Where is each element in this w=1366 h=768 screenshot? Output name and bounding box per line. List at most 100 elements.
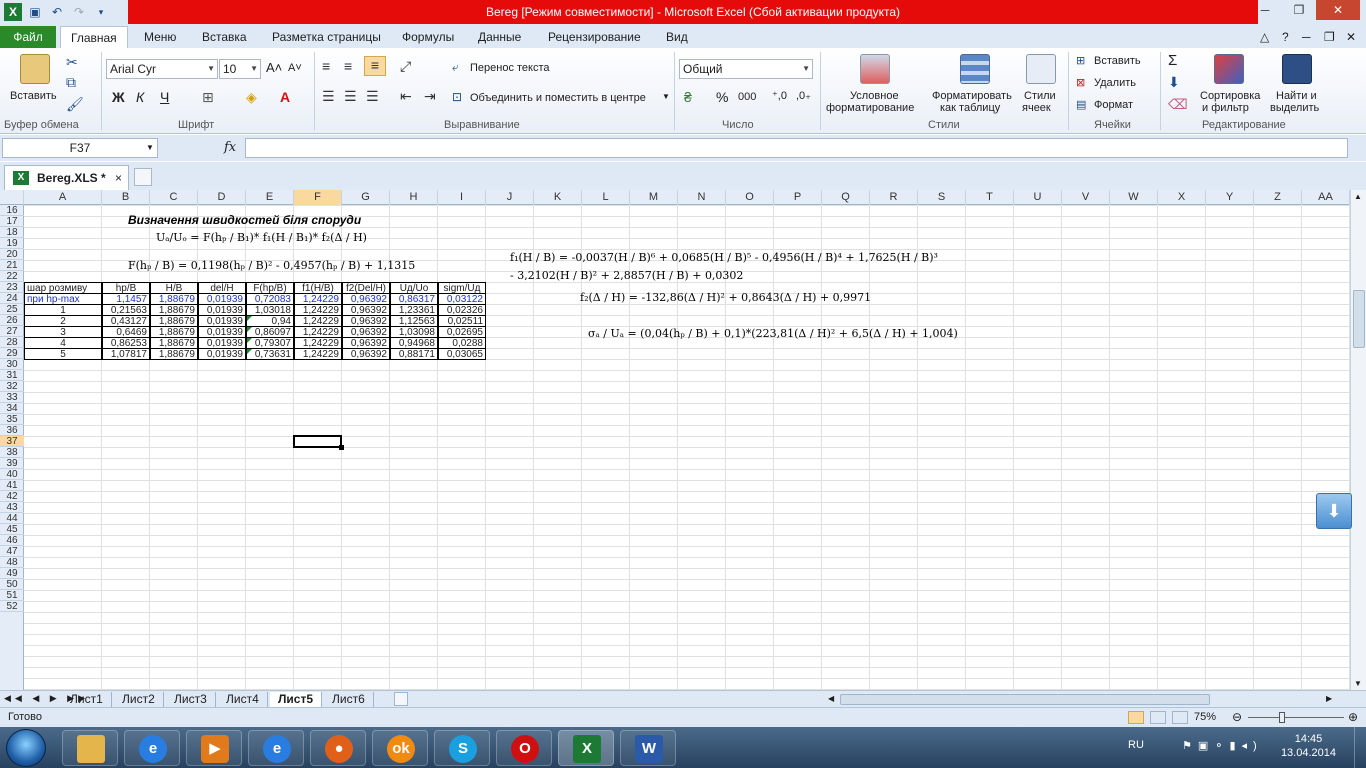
- vertical-scrollbar[interactable]: ▲ ▼: [1350, 190, 1366, 690]
- align-left-icon[interactable]: ☰: [322, 88, 335, 105]
- column-header-f[interactable]: F: [294, 190, 342, 205]
- page-layout-view-icon[interactable]: [1150, 711, 1166, 724]
- align-middle-icon[interactable]: ≡: [344, 58, 352, 74]
- cell-styles-button-line2[interactable]: ячеек: [1022, 102, 1051, 114]
- tab-page-layout[interactable]: Разметка страницы: [262, 26, 391, 48]
- column-header-p[interactable]: P: [774, 190, 822, 205]
- row-header-43[interactable]: 43: [0, 502, 24, 513]
- zoom-in-icon[interactable]: ⊕: [1348, 710, 1358, 724]
- format-as-table-button-line2[interactable]: как таблицу: [940, 102, 1000, 114]
- merge-center-button[interactable]: Объединить и поместить в центре: [470, 92, 646, 104]
- firefox-taskbar-button[interactable]: ●: [310, 730, 366, 766]
- column-header-s[interactable]: S: [918, 190, 966, 205]
- sheet-tab-6[interactable]: Лист6: [324, 692, 374, 707]
- row-header-44[interactable]: 44: [0, 513, 24, 524]
- column-header-d[interactable]: D: [198, 190, 246, 205]
- page-break-view-icon[interactable]: [1172, 711, 1188, 724]
- column-header-h[interactable]: H: [390, 190, 438, 205]
- row-header-45[interactable]: 45: [0, 524, 24, 535]
- format-painter-icon[interactable]: 🖌: [66, 96, 84, 113]
- row-header-19[interactable]: 19: [0, 238, 24, 249]
- active-cell-selection[interactable]: [293, 435, 344, 450]
- word-taskbar-button[interactable]: W: [620, 730, 676, 766]
- percent-button[interactable]: %: [716, 89, 728, 105]
- paste-icon[interactable]: [20, 54, 50, 84]
- column-header-o[interactable]: O: [726, 190, 774, 205]
- tab-data[interactable]: Данные: [468, 26, 531, 48]
- scroll-left-icon[interactable]: ◀: [828, 694, 834, 703]
- select-all-corner[interactable]: [0, 190, 24, 205]
- doc-minimize-icon[interactable]: ─: [1298, 26, 1315, 48]
- download-arrow-icon[interactable]: ⬇: [1316, 493, 1352, 529]
- row-header-33[interactable]: 33: [0, 392, 24, 403]
- grow-font-icon[interactable]: A˄: [266, 60, 282, 75]
- sheet-tab-4[interactable]: Лист4: [218, 692, 268, 707]
- row-header-48[interactable]: 48: [0, 557, 24, 568]
- bold-button[interactable]: Ж: [112, 89, 125, 105]
- table-cell[interactable]: 0,88171: [390, 348, 438, 360]
- row-header-18[interactable]: 18: [0, 227, 24, 238]
- tab-formulas[interactable]: Формулы: [392, 26, 464, 48]
- italic-button[interactable]: К: [136, 89, 144, 105]
- show-desktop-button[interactable]: [1354, 727, 1366, 768]
- column-header-l[interactable]: L: [582, 190, 630, 205]
- wrap-text-button[interactable]: Перенос текста: [470, 62, 550, 74]
- chevron-down-icon[interactable]: ▼: [662, 92, 670, 101]
- sheet-tab-3[interactable]: Лист3: [166, 692, 216, 707]
- tab-review[interactable]: Рецензирование: [538, 26, 651, 48]
- ie-taskbar-button[interactable]: e: [124, 730, 180, 766]
- table-cell[interactable]: 0,03065: [438, 348, 486, 360]
- ie2-taskbar-button[interactable]: e: [248, 730, 304, 766]
- find-select-button-line1[interactable]: Найти и: [1276, 90, 1317, 102]
- sheet-tab-1[interactable]: Лист1: [62, 692, 112, 707]
- zoom-slider-thumb[interactable]: [1279, 712, 1285, 723]
- error-indicator-icon[interactable]: [247, 349, 252, 354]
- odnoklassniki-taskbar-button[interactable]: ok: [372, 730, 428, 766]
- tab-menu[interactable]: Меню: [134, 26, 186, 48]
- row-header-36[interactable]: 36: [0, 425, 24, 436]
- align-top-icon[interactable]: ≡: [322, 58, 330, 74]
- column-header-n[interactable]: N: [678, 190, 726, 205]
- currency-icon[interactable]: ₴: [684, 89, 692, 105]
- row-header-49[interactable]: 49: [0, 568, 24, 579]
- undo-icon[interactable]: ↶: [48, 3, 66, 21]
- column-header-y[interactable]: Y: [1206, 190, 1254, 205]
- row-header-22[interactable]: 22: [0, 271, 24, 282]
- help-icon[interactable]: ?: [1278, 26, 1293, 48]
- font-name-combo[interactable]: Arial Cyr ▼: [106, 59, 218, 79]
- horizontal-scroll-thumb[interactable]: [840, 694, 1210, 705]
- table-cell[interactable]: 1,07817: [102, 348, 150, 360]
- vertical-scroll-thumb[interactable]: [1353, 290, 1365, 348]
- orientation-icon[interactable]: ⤢: [400, 58, 411, 75]
- windows-start-icon[interactable]: [6, 729, 46, 767]
- row-header-25[interactable]: 25: [0, 304, 24, 315]
- row-header-20[interactable]: 20: [0, 249, 24, 260]
- tab-insert[interactable]: Вставка: [192, 26, 257, 48]
- row-header-42[interactable]: 42: [0, 491, 24, 502]
- column-header-w[interactable]: W: [1110, 190, 1158, 205]
- autosum-button[interactable]: Σ: [1168, 52, 1177, 69]
- column-header-c[interactable]: C: [150, 190, 198, 205]
- row-header-32[interactable]: 32: [0, 381, 24, 392]
- tab-file[interactable]: Файл: [0, 26, 56, 48]
- row-header-35[interactable]: 35: [0, 414, 24, 425]
- save-icon[interactable]: ▣: [26, 3, 44, 21]
- row-header-26[interactable]: 26: [0, 315, 24, 326]
- row-header-23[interactable]: 23: [0, 282, 24, 293]
- insert-function-button[interactable]: fx: [224, 138, 244, 158]
- find-select-button-line2[interactable]: выделить: [1270, 102, 1319, 114]
- formula-input[interactable]: [245, 138, 1348, 158]
- table-cell[interactable]: 0,01939: [198, 348, 246, 360]
- scroll-up-icon[interactable]: ▲: [1354, 192, 1362, 201]
- column-header-j[interactable]: J: [486, 190, 534, 205]
- cell-styles-button-line1[interactable]: Стили: [1024, 90, 1056, 102]
- sort-filter-button-line2[interactable]: и фильтр: [1202, 102, 1249, 114]
- fill-icon[interactable]: ⬇: [1168, 74, 1180, 91]
- conditional-format-button-line1[interactable]: Условное: [850, 90, 899, 102]
- decrease-indent-icon[interactable]: ⇤: [400, 88, 412, 105]
- increase-decimal-icon[interactable]: ⁺,0: [772, 89, 787, 102]
- row-header-30[interactable]: 30: [0, 359, 24, 370]
- tray-icons[interactable]: ⚑▣⚬▮◂): [1182, 739, 1263, 752]
- row-header-31[interactable]: 31: [0, 370, 24, 381]
- clear-icon[interactable]: ⌫: [1168, 96, 1188, 113]
